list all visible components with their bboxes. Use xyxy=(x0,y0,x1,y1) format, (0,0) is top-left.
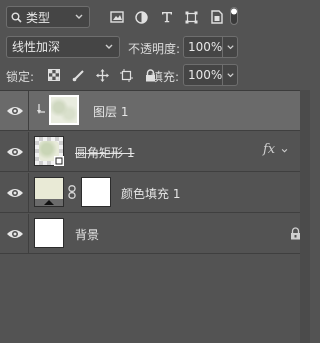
visibility-eye-icon[interactable] xyxy=(6,227,24,241)
fill-input[interactable]: 100% xyxy=(183,64,238,86)
lock-label: 锁定: xyxy=(6,70,35,84)
blend-mode-label: 线性加深 xyxy=(12,40,61,54)
layer-row-background[interactable]: 背景 xyxy=(0,214,310,254)
layer-name[interactable]: 圆角矩形 1 xyxy=(75,144,134,161)
opacity-label: 不透明度: xyxy=(128,42,181,56)
opacity-input[interactable]: 100% xyxy=(183,36,238,58)
fill-adjustment-icon xyxy=(44,200,54,205)
layer-row-color-fill[interactable]: 颜色填充 1 xyxy=(0,173,310,213)
chevron-down-icon xyxy=(226,72,234,77)
layer-mask-thumbnail[interactable] xyxy=(81,177,111,207)
blend-mode-select[interactable]: 线性加深 xyxy=(6,36,120,58)
column-divider xyxy=(28,91,29,131)
fill-color-thumbnail[interactable] xyxy=(34,177,64,207)
layers-list: 图层 1 圆角矩形 1 fx 颜色填充 1 背景 xyxy=(0,90,310,343)
chevron-down-icon xyxy=(75,14,83,19)
chevron-down-icon xyxy=(105,44,113,49)
column-divider xyxy=(28,214,29,254)
lock-transparent-pixels-icon[interactable] xyxy=(42,67,66,83)
clipping-mask-arrow-icon xyxy=(37,104,45,114)
lock-position-icon[interactable] xyxy=(90,67,114,83)
lock-artboard-icon[interactable] xyxy=(114,67,138,83)
shape-layer-icon xyxy=(54,156,64,166)
link-chain-icon[interactable] xyxy=(68,185,76,199)
visibility-eye-icon[interactable] xyxy=(6,186,24,200)
chevron-down-icon[interactable] xyxy=(280,147,289,155)
layer-thumbnail xyxy=(34,218,64,248)
visibility-eye-icon[interactable] xyxy=(6,145,24,159)
layer-effects-fx-icon[interactable]: fx xyxy=(263,142,275,157)
layer-filter-bar: 类型 xyxy=(0,0,310,33)
fill-dropdown[interactable] xyxy=(222,65,237,85)
filter-toggle-switch[interactable] xyxy=(230,7,238,25)
search-icon xyxy=(11,12,22,23)
layer-name[interactable]: 图层 1 xyxy=(93,103,128,120)
layer-row-rounded-rect[interactable]: 圆角矩形 1 fx xyxy=(0,132,310,172)
layer-thumbnail xyxy=(34,136,64,166)
opacity-value: 100% xyxy=(188,40,223,54)
smart-object-filter-icon[interactable] xyxy=(204,8,229,26)
filter-kind-select[interactable]: 类型 xyxy=(6,6,90,28)
opacity-dropdown[interactable] xyxy=(222,37,237,57)
layer-row-layer1[interactable]: 图层 1 xyxy=(0,91,310,131)
chevron-down-icon xyxy=(226,44,234,49)
column-divider xyxy=(28,173,29,213)
filter-kind-label: 类型 xyxy=(26,10,51,25)
layer-name[interactable]: 颜色填充 1 xyxy=(121,185,180,202)
visibility-eye-icon[interactable] xyxy=(6,104,24,118)
lock-image-pixels-icon[interactable] xyxy=(66,67,90,83)
shape-filter-icon[interactable] xyxy=(179,8,204,26)
type-filter-icon[interactable] xyxy=(154,8,179,26)
lock-row: 锁定: 填充: 100% xyxy=(0,61,310,89)
fill-label: 填充: xyxy=(151,70,180,84)
fill-value: 100% xyxy=(188,68,223,82)
layer-name[interactable]: 背景 xyxy=(75,226,99,243)
layers-scrollbar[interactable] xyxy=(300,90,310,343)
adjustment-filter-icon[interactable] xyxy=(129,8,154,26)
layer-thumbnail xyxy=(49,95,79,125)
blend-row: 线性加深 不透明度: 100% xyxy=(0,33,310,61)
image-filter-icon[interactable] xyxy=(104,8,129,26)
column-divider xyxy=(28,132,29,172)
